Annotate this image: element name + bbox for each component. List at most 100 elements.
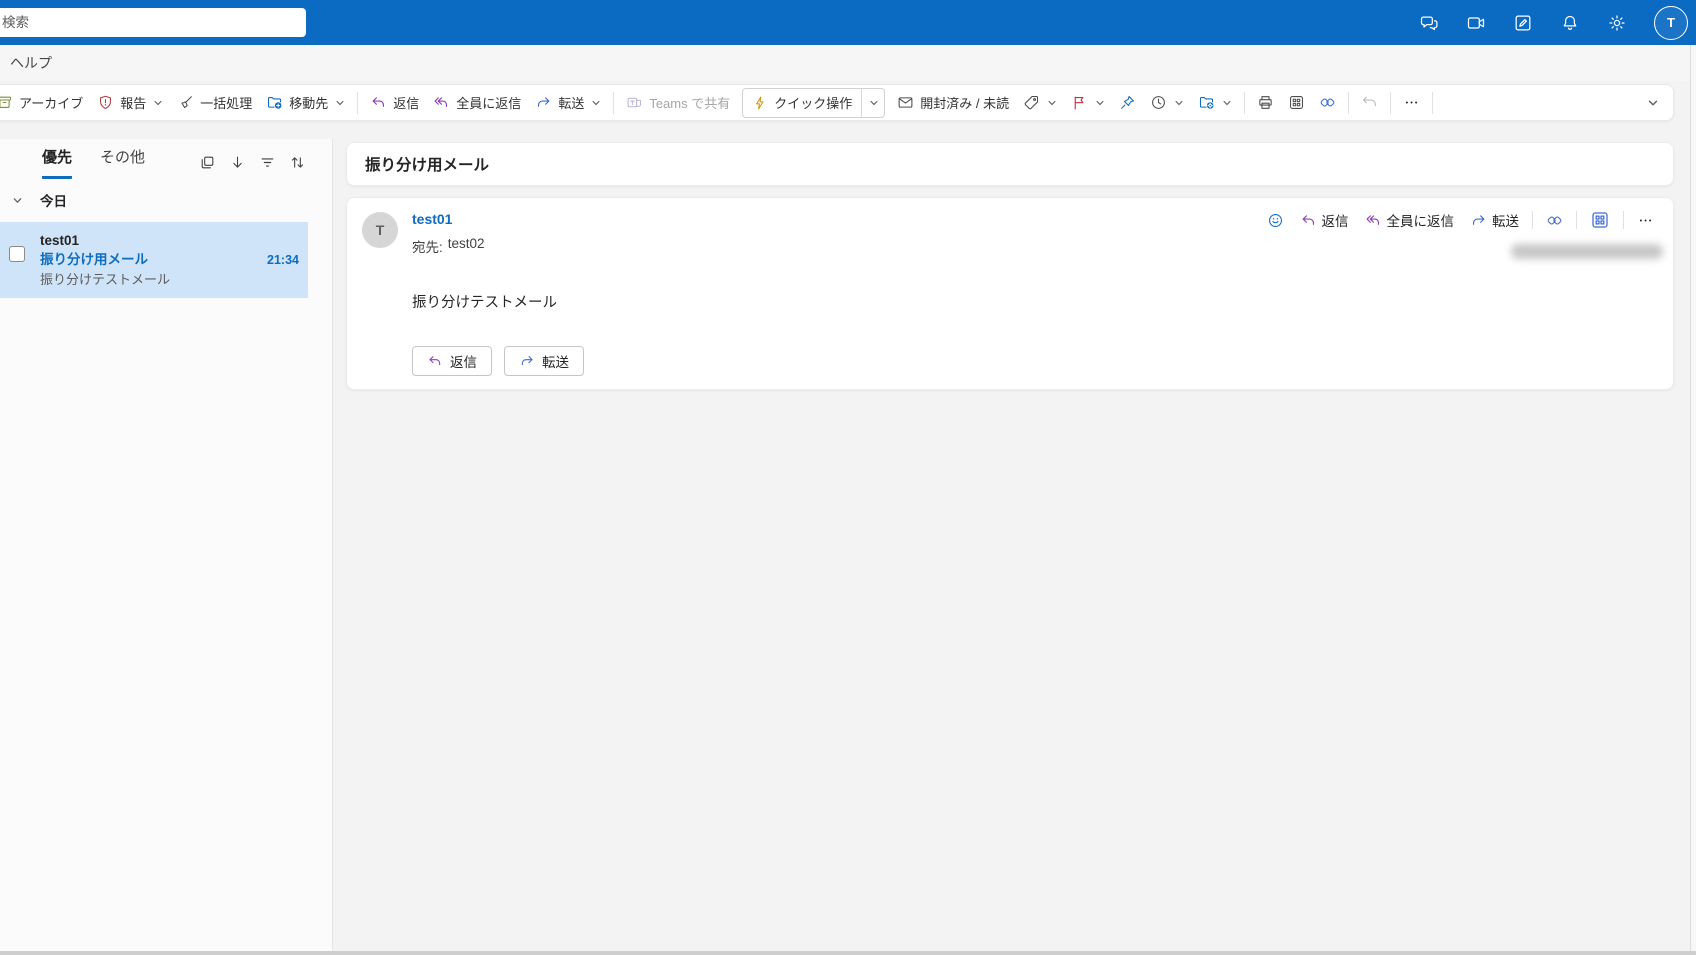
report-button[interactable]: 報告 bbox=[90, 89, 170, 116]
loop-button[interactable] bbox=[1312, 90, 1343, 115]
apps-icon bbox=[1288, 94, 1305, 111]
quick-steps-button[interactable]: クイック操作 bbox=[742, 87, 886, 118]
reply-label: 返信 bbox=[393, 96, 420, 111]
footer-forward-label: 転送 bbox=[542, 355, 569, 370]
mail-item-checkbox[interactable] bbox=[9, 246, 25, 262]
actions-separator bbox=[1623, 211, 1624, 229]
categorize-button[interactable] bbox=[1016, 90, 1064, 115]
sweep-label: 一括処理 bbox=[200, 96, 253, 111]
pin-button[interactable] bbox=[1112, 90, 1143, 115]
window-bottom-edge bbox=[0, 951, 1696, 955]
message-forward-label: 転送 bbox=[1492, 214, 1519, 229]
topbar-actions: T bbox=[1419, 0, 1688, 45]
message-actions: 返信 全員に返信 転送 bbox=[1264, 208, 1658, 232]
forward-button[interactable]: 転送 bbox=[528, 89, 608, 116]
apps-button[interactable] bbox=[1281, 90, 1312, 115]
mail-list-item[interactable]: test01 振り分け用メール 21:34 振り分けテストメール bbox=[0, 222, 308, 298]
to-value[interactable]: test02 bbox=[448, 236, 485, 256]
select-icon bbox=[199, 154, 216, 171]
move-to-button[interactable]: 移動先 bbox=[259, 89, 352, 116]
filter-button[interactable] bbox=[259, 154, 276, 171]
reply-all-button[interactable]: 全員に返信 bbox=[426, 89, 528, 116]
account-avatar[interactable]: T bbox=[1654, 5, 1688, 40]
loop-icon bbox=[1319, 94, 1336, 111]
chevron-down-icon bbox=[869, 98, 879, 108]
footer-forward-button[interactable]: 転送 bbox=[504, 346, 584, 376]
forward-icon bbox=[1470, 212, 1487, 229]
select-messages-button[interactable] bbox=[199, 154, 216, 171]
message-footer: 返信 転送 bbox=[412, 346, 584, 376]
rules-icon bbox=[1198, 94, 1215, 111]
message-reply-button[interactable]: 返信 bbox=[1297, 208, 1352, 232]
mail-subject-title: 振り分け用メール bbox=[365, 157, 490, 174]
outlook-window: T ヘルプ アーカイブ 報告 一括処理 移動先 返信 bbox=[0, 0, 1696, 955]
report-label: 報告 bbox=[120, 96, 147, 111]
chat-button[interactable] bbox=[1419, 13, 1439, 33]
lightning-icon bbox=[752, 95, 768, 111]
sender-name-link[interactable]: test01 bbox=[412, 211, 452, 227]
message-list-pane: 優先 その他 今日 test01 振り分け用メール 21:34 振り分けテストメ… bbox=[0, 139, 333, 951]
snooze-button[interactable] bbox=[1143, 90, 1191, 115]
settings-button[interactable] bbox=[1607, 13, 1627, 33]
notes-icon bbox=[1513, 13, 1533, 33]
mail-item-subject: 振り分け用メール bbox=[40, 252, 148, 267]
settings-icon bbox=[1607, 13, 1627, 33]
flag-button[interactable] bbox=[1064, 90, 1112, 115]
share-teams-label: Teams で共有 bbox=[649, 96, 731, 111]
forward-icon bbox=[535, 94, 552, 111]
read-unread-label: 開封済み / 未読 bbox=[920, 96, 1010, 111]
message-apps-button[interactable] bbox=[1587, 208, 1613, 232]
actions-separator bbox=[1576, 211, 1577, 229]
reply-all-icon bbox=[433, 94, 450, 111]
toolbar-separator bbox=[1244, 91, 1246, 114]
reactions-icon bbox=[1267, 212, 1284, 229]
undo-button bbox=[1354, 90, 1385, 115]
notes-button[interactable] bbox=[1513, 13, 1533, 33]
sender-avatar[interactable]: T bbox=[362, 212, 398, 248]
reactions-button[interactable] bbox=[1264, 210, 1287, 231]
message-more-button[interactable] bbox=[1634, 210, 1657, 231]
search-input[interactable] bbox=[0, 15, 306, 30]
sweep-button[interactable]: 一括処理 bbox=[170, 89, 259, 116]
tab-other[interactable]: その他 bbox=[100, 149, 145, 179]
print-button[interactable] bbox=[1250, 90, 1281, 115]
envelope-icon bbox=[897, 94, 914, 111]
tab-focused-label: 優先 bbox=[42, 149, 73, 166]
undo-icon bbox=[1361, 94, 1378, 111]
move-down-icon bbox=[229, 154, 246, 171]
archive-label: アーカイブ bbox=[19, 96, 84, 111]
print-icon bbox=[1257, 94, 1274, 111]
teams-icon bbox=[626, 94, 643, 111]
group-today-label: 今日 bbox=[40, 194, 67, 209]
reply-icon bbox=[370, 94, 387, 111]
meet-button[interactable] bbox=[1466, 13, 1486, 33]
toolbar-separator bbox=[1348, 91, 1350, 114]
sort-button[interactable] bbox=[289, 154, 306, 171]
chevron-down-icon bbox=[1095, 98, 1105, 108]
message-reply-all-button[interactable]: 全員に返信 bbox=[1362, 208, 1458, 232]
chevron-down-icon bbox=[1174, 98, 1184, 108]
overflow-chevron-icon bbox=[1647, 97, 1659, 109]
tab-help[interactable]: ヘルプ bbox=[10, 53, 52, 73]
alerts-button[interactable] bbox=[1560, 13, 1580, 33]
rules-button[interactable] bbox=[1191, 90, 1239, 115]
message-loop-button[interactable] bbox=[1543, 210, 1566, 231]
footer-reply-button[interactable]: 返信 bbox=[412, 346, 492, 376]
read-unread-button[interactable]: 開封済み / 未読 bbox=[890, 89, 1016, 116]
move-down-button[interactable] bbox=[229, 154, 246, 171]
toolbar-overflow-button[interactable] bbox=[1647, 97, 1659, 109]
more-icon bbox=[1403, 94, 1420, 111]
quick-steps-dropdown[interactable] bbox=[861, 88, 884, 117]
search-box[interactable] bbox=[0, 8, 306, 37]
reply-button[interactable]: 返信 bbox=[363, 89, 426, 116]
tab-focused[interactable]: 優先 bbox=[42, 149, 73, 179]
more-options-button[interactable] bbox=[1396, 90, 1427, 115]
message-forward-button[interactable]: 転送 bbox=[1467, 208, 1522, 232]
menubar: ヘルプ bbox=[0, 45, 1696, 81]
group-today-header[interactable]: 今日 bbox=[0, 187, 308, 213]
subject-card: 振り分け用メール bbox=[346, 142, 1674, 186]
quick-steps-main[interactable]: クイック操作 bbox=[743, 93, 861, 112]
move-to-icon bbox=[266, 94, 283, 111]
archive-button[interactable]: アーカイブ bbox=[0, 89, 90, 116]
ribbon-toolbar: アーカイブ 報告 一括処理 移動先 返信 全員に返信 転送 Teams で共有 … bbox=[0, 84, 1674, 121]
